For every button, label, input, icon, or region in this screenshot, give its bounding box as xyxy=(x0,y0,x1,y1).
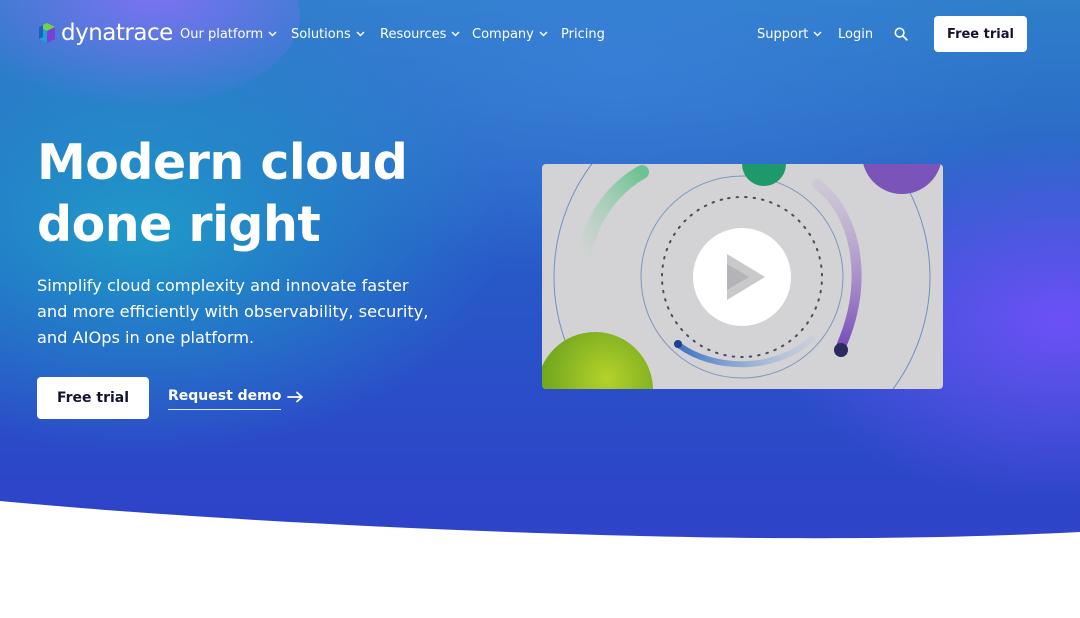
nav-item-label: Company xyxy=(472,26,534,42)
nav-item-label: Solutions xyxy=(291,26,351,42)
nav-item-label: Login xyxy=(838,26,874,42)
arrow-right-icon xyxy=(287,391,304,403)
chevron-down-icon xyxy=(813,31,822,37)
nav-item-label: Pricing xyxy=(561,26,605,42)
hero-headline-line-1: Modern cloud xyxy=(37,134,408,191)
top-nav: dynatrace Our platform Solutions Resourc… xyxy=(0,0,1080,68)
video-player[interactable] xyxy=(542,164,943,389)
play-icon xyxy=(727,254,765,300)
chevron-down-icon xyxy=(539,31,548,37)
search-icon[interactable] xyxy=(894,27,908,41)
hero-headline-line-2: done right xyxy=(37,196,321,253)
nav-item-support[interactable]: Support xyxy=(757,26,822,42)
hero-headline: Modern cloud done right xyxy=(37,132,467,256)
nav-item-label: Support xyxy=(757,26,809,42)
nav-free-trial-button[interactable]: Free trial xyxy=(934,16,1027,52)
nav-login-link[interactable]: Login xyxy=(838,26,873,42)
nav-item-our-platform[interactable]: Our platform xyxy=(180,26,277,42)
dynatrace-logo-icon xyxy=(39,23,55,43)
nav-item-label: Our platform xyxy=(180,26,264,42)
request-demo-label: Request demo xyxy=(168,388,282,410)
chevron-down-icon xyxy=(451,31,460,37)
dynatrace-logo[interactable]: dynatrace xyxy=(37,21,173,45)
brand-wordmark: dynatrace xyxy=(61,20,173,46)
hero-subtext: Simplify cloud complexity and innovate f… xyxy=(37,276,429,347)
request-demo-link[interactable]: Request demo xyxy=(168,388,304,412)
nav-item-solutions[interactable]: Solutions xyxy=(291,26,365,42)
nav-item-label: Resources xyxy=(380,26,447,42)
nav-item-pricing[interactable]: Pricing xyxy=(561,26,605,42)
free-trial-button[interactable]: Free trial xyxy=(37,377,149,419)
chevron-down-icon xyxy=(268,31,277,37)
nav-item-company[interactable]: Company xyxy=(472,26,548,42)
play-button[interactable] xyxy=(693,228,791,326)
nav-item-resources[interactable]: Resources xyxy=(380,26,460,42)
chevron-down-icon xyxy=(356,31,365,37)
